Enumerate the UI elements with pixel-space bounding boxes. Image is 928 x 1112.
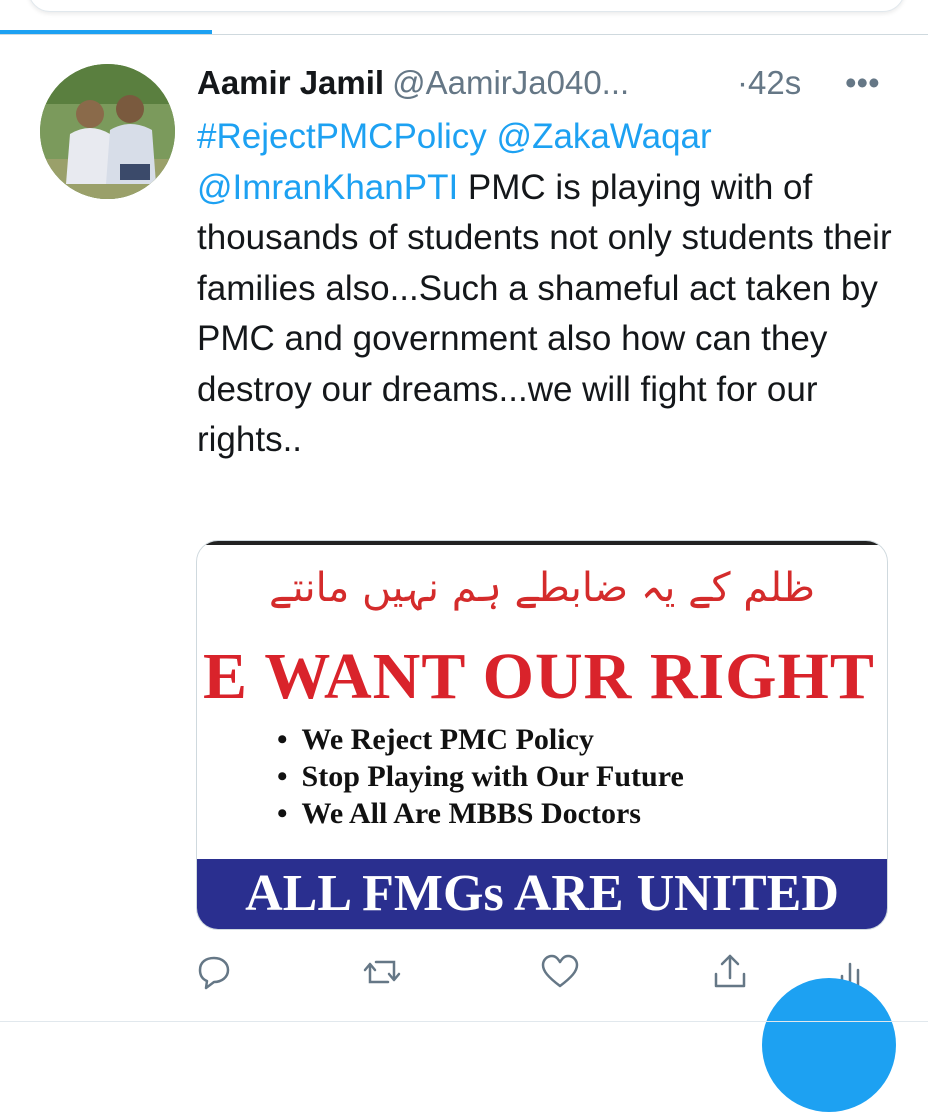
- media-headline: E WANT OUR RIGHT: [203, 640, 875, 713]
- active-tab-indicator: [0, 30, 212, 34]
- tweet-body: PMC is playing with of thousands of stud…: [197, 167, 892, 460]
- bottom-divider: [0, 1021, 928, 1022]
- tab-bar: [0, 30, 928, 35]
- more-options-icon[interactable]: •••: [845, 62, 880, 104]
- media-bullet: We All Are MBBS Doctors: [277, 795, 684, 832]
- avatar[interactable]: [40, 64, 175, 199]
- media-bullet-list: We Reject PMC Policy Stop Playing with O…: [277, 721, 684, 832]
- retweet-button[interactable]: [360, 950, 404, 994]
- tweet-text: #RejectPMCPolicy @ZakaWaqar @ImranKhanPT…: [197, 112, 897, 466]
- heart-icon: [541, 954, 579, 988]
- tweet-timestamp[interactable]: ·42s: [737, 62, 801, 104]
- mention-link[interactable]: @ZakaWaqar: [497, 117, 712, 156]
- avatar-photo-icon: [40, 64, 175, 199]
- media-urdu-text: ظلم کے یہ ضابطے ہم نہیں مانتے: [269, 565, 815, 611]
- author-handle[interactable]: @AamirJa040...: [392, 64, 629, 101]
- retweet-icon: [363, 960, 401, 984]
- media-banner: ALL FMGs ARE UNITED: [197, 859, 887, 929]
- reply-button[interactable]: [192, 950, 236, 994]
- reply-icon: [198, 956, 230, 990]
- author-name[interactable]: Aamir Jamil: [197, 64, 384, 101]
- share-button[interactable]: [708, 950, 752, 994]
- share-icon: [714, 954, 746, 988]
- tweet-header: Aamir Jamil @AamirJa040... ·42s •••: [197, 62, 897, 104]
- hashtag-link[interactable]: #RejectPMCPolicy: [197, 117, 487, 156]
- like-button[interactable]: [538, 950, 582, 994]
- mention-link[interactable]: @ImranKhanPTI: [197, 168, 458, 207]
- media-top-border: [197, 541, 887, 545]
- media-bullet: Stop Playing with Our Future: [277, 758, 684, 795]
- previous-card: [28, 0, 905, 12]
- tweet-media-image[interactable]: ظلم کے یہ ضابطے ہم نہیں مانتے E WANT OUR…: [196, 540, 888, 930]
- media-bullet: We Reject PMC Policy: [277, 721, 684, 758]
- compose-tweet-button[interactable]: [762, 978, 896, 1112]
